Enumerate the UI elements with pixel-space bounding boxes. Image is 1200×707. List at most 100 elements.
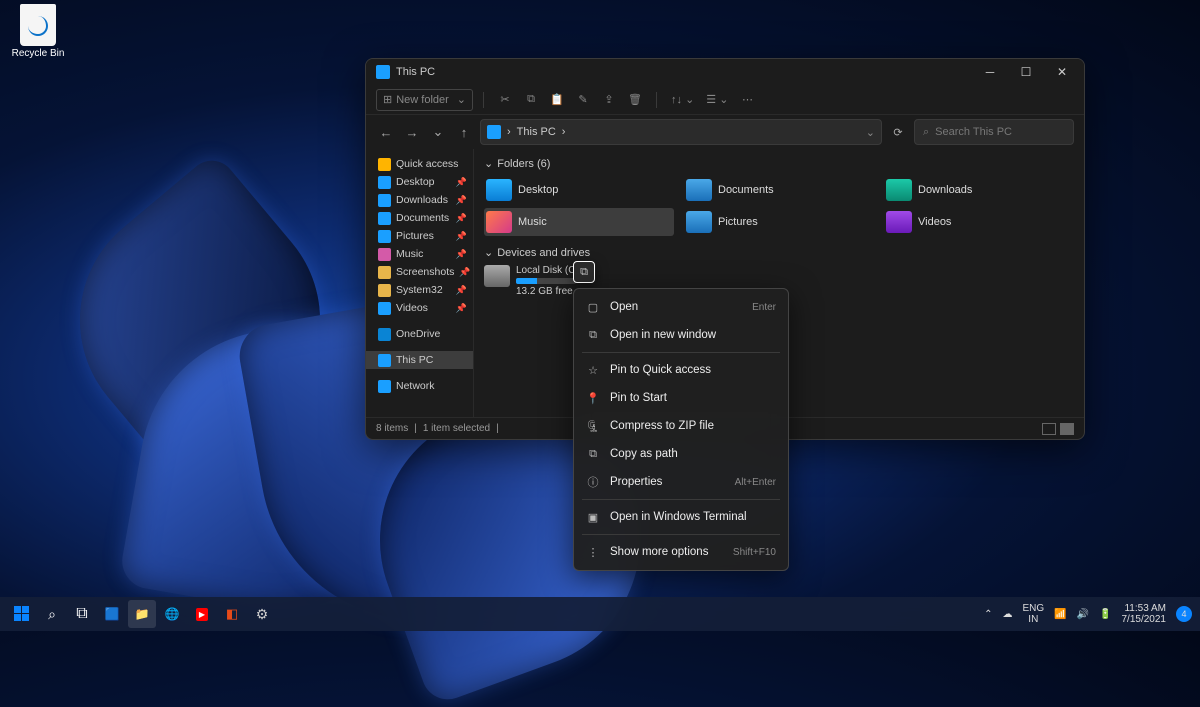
ctx-properties[interactable]: ⓘPropertiesAlt+Enter [574,468,788,496]
pin-icon: 📌 [459,267,470,278]
sidebar-item-system32[interactable]: System32📌 [366,281,473,299]
window-icon: ⧉ [586,328,600,342]
youtube-icon: ▶ [196,608,208,621]
sidebar-item-pictures[interactable]: Pictures📌 [366,227,473,245]
copy-icon: ⧉ [586,447,600,461]
drives-header[interactable]: ⌄Devices and drives [484,246,1074,259]
wifi-icon[interactable]: 📶 [1054,609,1066,620]
minimize-button[interactable]: ─ [972,59,1008,85]
folder-icon [378,284,391,297]
folders-header[interactable]: ⌄Folders (6) [484,157,1074,170]
disk-icon [484,265,510,287]
sidebar-onedrive[interactable]: OneDrive [366,325,473,343]
forward-button[interactable]: → [402,122,422,142]
view-button[interactable]: ☰ ⌄ [702,89,732,111]
paste-button[interactable]: 📋 [546,89,568,111]
mini-action-bar[interactable]: ⧉ [573,261,595,283]
share-button[interactable]: ⇪ [598,89,620,111]
sidebar-this-pc[interactable]: This PC [366,351,473,369]
onedrive-tray-icon[interactable]: ☁ [1002,609,1012,620]
search-input[interactable]: ⌕ Search This PC [914,119,1074,145]
sort-button[interactable]: ↑↓ ⌄ [667,89,698,111]
sidebar-item-music[interactable]: Music📌 [366,245,473,263]
sidebar-network[interactable]: Network [366,377,473,395]
more-button[interactable]: ⋯ [736,89,758,111]
rename-button[interactable]: ✎ [572,89,594,111]
close-button[interactable]: ✕ [1044,59,1080,85]
network-icon [378,380,391,393]
ctx-open-new-window[interactable]: ⧉Open in new window [574,321,788,349]
widgets-button[interactable]: 🟦 [98,600,126,628]
refresh-button[interactable]: ⟳ [888,126,908,139]
clock[interactable]: 11:53 AM7/15/2021 [1122,603,1167,626]
notifications-button[interactable]: 4 [1176,606,1192,622]
maximize-button[interactable]: ☐ [1008,59,1044,85]
breadcrumb[interactable]: This PC [517,126,556,138]
ctx-compress-zip[interactable]: 🗜Compress to ZIP file [574,412,788,440]
pin-icon: 📌 [456,177,467,188]
view-large-button[interactable] [1060,423,1074,435]
recent-button[interactable]: ⌄ [428,122,448,142]
language-indicator[interactable]: ENGIN [1022,603,1044,625]
address-bar[interactable]: › This PC › ⌄ [480,119,882,145]
pin-icon: 📍 [586,391,600,405]
explorer-taskbar-button[interactable]: 📁 [128,600,156,628]
pc-icon [487,125,501,139]
sidebar-item-desktop[interactable]: Desktop📌 [366,173,473,191]
folder-icon [686,179,712,201]
folder-desktop[interactable]: Desktop [484,176,674,204]
battery-icon[interactable]: 🔋 [1099,609,1111,620]
back-button[interactable]: ← [376,122,396,142]
breadcrumb-chevron: › [507,126,511,138]
pin-icon: 📌 [456,213,467,224]
search-button[interactable]: ⌕ [38,600,66,628]
gear-icon: ⚙ [256,606,269,623]
open-icon: ▢ [586,300,600,314]
delete-button[interactable]: 🗑 [624,89,646,111]
ctx-terminal[interactable]: ▣Open in Windows Terminal [574,503,788,531]
start-button[interactable] [8,600,36,628]
office-icon: ◧ [226,606,238,622]
folder-music[interactable]: Music [484,208,674,236]
youtube-taskbar-button[interactable]: ▶ [188,600,216,628]
copy-button[interactable]: ⧉ [520,89,542,111]
ctx-pin-start[interactable]: 📍Pin to Start [574,384,788,412]
dropdown-icon[interactable]: ⌄ [866,126,875,139]
new-folder-icon: ⊞ [383,93,392,106]
folder-icon [378,266,391,279]
windows-icon [14,606,30,622]
folder-icon [378,194,391,207]
ctx-copy-path[interactable]: ⧉Copy as path [574,440,788,468]
pin-icon: 📌 [456,249,467,260]
sidebar-item-videos[interactable]: Videos📌 [366,299,473,317]
folder-documents[interactable]: Documents [684,176,874,204]
new-folder-button[interactable]: ⊞ New folder ⌄ [376,89,473,111]
ctx-pin-quick-access[interactable]: ☆Pin to Quick access [574,356,788,384]
folder-pictures[interactable]: Pictures [684,208,874,236]
titlebar[interactable]: This PC ─ ☐ ✕ [366,59,1084,85]
folder-downloads[interactable]: Downloads [884,176,1074,204]
volume-icon[interactable]: 🔊 [1077,609,1089,620]
sidebar-item-downloads[interactable]: Downloads📌 [366,191,473,209]
settings-taskbar-button[interactable]: ⚙ [248,600,276,628]
up-button[interactable]: ↑ [454,122,474,142]
cut-button[interactable]: ✂ [494,89,516,111]
folder-icon [486,179,512,201]
office-taskbar-button[interactable]: ◧ [218,600,246,628]
ctx-open[interactable]: ▢OpenEnter [574,293,788,321]
properties-icon: ⓘ [586,475,600,489]
view-details-button[interactable] [1042,423,1056,435]
taskbar: ⌕ ⧉ 🟦 📁 🌐 ▶ ◧ ⚙ ⌃ ☁ ENGIN 📶 🔊 🔋 11:53 AM… [0,597,1200,631]
chevron-down-icon: ⌄ [457,93,466,106]
task-view-button[interactable]: ⧉ [68,600,96,628]
folder-icon [378,230,391,243]
folder-videos[interactable]: Videos [884,208,1074,236]
sidebar-item-documents[interactable]: Documents📌 [366,209,473,227]
cloud-icon [378,328,391,341]
recycle-bin-icon[interactable]: Recycle Bin [8,4,68,59]
tray-chevron[interactable]: ⌃ [984,609,992,620]
ctx-more-options[interactable]: ⋮Show more optionsShift+F10 [574,538,788,566]
edge-taskbar-button[interactable]: 🌐 [158,600,186,628]
sidebar-item-screenshots[interactable]: Screenshots📌 [366,263,473,281]
sidebar-quick-access[interactable]: Quick access [366,155,473,173]
